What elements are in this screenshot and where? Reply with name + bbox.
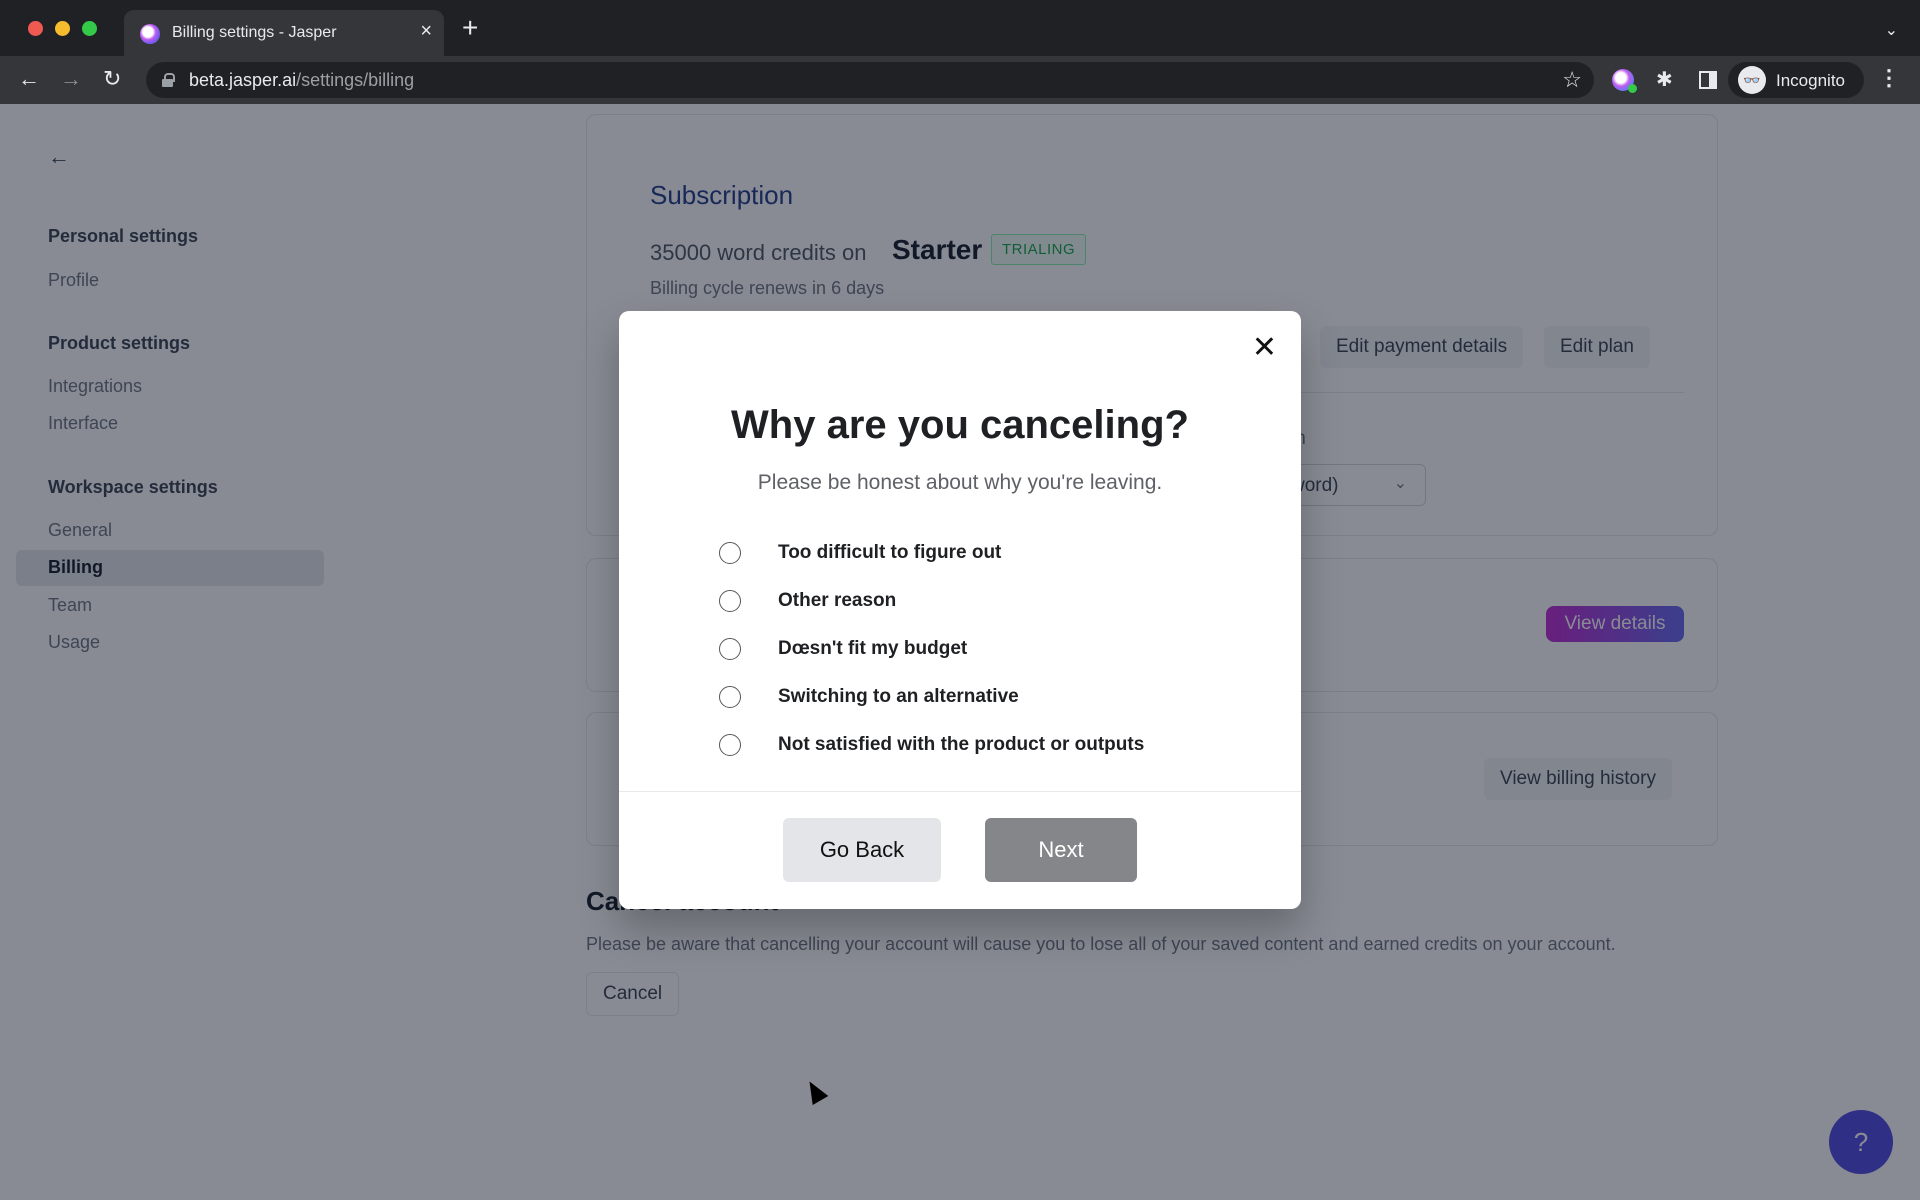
window-minimize-button[interactable] (55, 21, 70, 36)
close-icon[interactable]: ✕ (1252, 333, 1277, 363)
reason-label: Switching to an alternative (778, 686, 1019, 707)
browser-menu-icon[interactable]: ⋮ (1878, 65, 1900, 91)
modal-subtitle: Please be honest about why you're leavin… (757, 471, 1163, 494)
radio-button[interactable] (719, 734, 741, 756)
reason-option[interactable]: Too difficult to figure out (719, 529, 1144, 577)
window-close-button[interactable] (28, 21, 43, 36)
tab-search-chevron-icon[interactable]: ⌄ (1885, 20, 1898, 40)
jasper-extension-icon[interactable] (1612, 69, 1637, 93)
cancel-reason-modal: ✕ Why are you canceling? Please be hones… (619, 311, 1301, 909)
incognito-label: Incognito (1776, 71, 1845, 90)
url-path: /settings/billing (296, 70, 415, 90)
lock-icon (162, 73, 175, 87)
tab-close-icon[interactable]: × (420, 20, 432, 42)
reason-label: Not satisfied with the product or output… (778, 734, 1145, 755)
reason-label: Other reason (778, 590, 897, 611)
back-arrow-icon[interactable]: ← (18, 66, 40, 92)
bookmark-star-icon[interactable]: ☆ (1562, 67, 1582, 93)
jasper-favicon-icon (140, 24, 160, 44)
incognito-profile-button[interactable]: 👓 Incognito (1728, 62, 1864, 98)
radio-button[interactable] (719, 638, 741, 660)
url-text: beta.jasper.ai/settings/billing (189, 70, 414, 91)
reason-option[interactable]: Switching to an alternative (719, 673, 1144, 721)
reload-icon[interactable]: ↻ (103, 66, 121, 92)
browser-toolbar: ← → ↻ beta.jasper.ai/settings/billing ☆ … (0, 56, 1920, 104)
radio-button[interactable] (719, 590, 741, 612)
browser-tab[interactable]: Billing settings - Jasper × (124, 10, 444, 56)
reason-option[interactable]: Dœsn't fit my budget (719, 625, 1144, 673)
reason-option[interactable]: Not satisfied with the product or output… (719, 721, 1144, 769)
url-host: beta.jasper.ai (189, 70, 297, 90)
browser-tab-strip: Billing settings - Jasper × + ⌄ (0, 0, 1920, 56)
side-panel-icon[interactable] (1699, 71, 1717, 89)
reason-options: Too difficult to figure out Other reason… (719, 529, 1144, 769)
tab-title: Billing settings - Jasper (172, 24, 337, 41)
incognito-icon: 👓 (1738, 66, 1766, 94)
modal-divider (619, 791, 1301, 792)
new-tab-button[interactable]: + (462, 14, 478, 42)
next-button[interactable]: Next (985, 818, 1137, 882)
radio-button[interactable] (719, 686, 741, 708)
reason-label: Dœsn't fit my budget (778, 638, 968, 659)
forward-arrow-icon[interactable]: → (60, 66, 82, 92)
reason-label: Too difficult to figure out (778, 542, 1002, 563)
go-back-button[interactable]: Go Back (783, 818, 941, 882)
radio-button[interactable] (719, 542, 741, 564)
reason-option[interactable]: Other reason (719, 577, 1144, 625)
extensions-puzzle-icon[interactable]: ✱ (1656, 67, 1673, 92)
address-bar[interactable]: beta.jasper.ai/settings/billing ☆ (146, 62, 1594, 98)
window-maximize-button[interactable] (82, 21, 97, 36)
modal-title: Why are you canceling? (731, 403, 1189, 447)
